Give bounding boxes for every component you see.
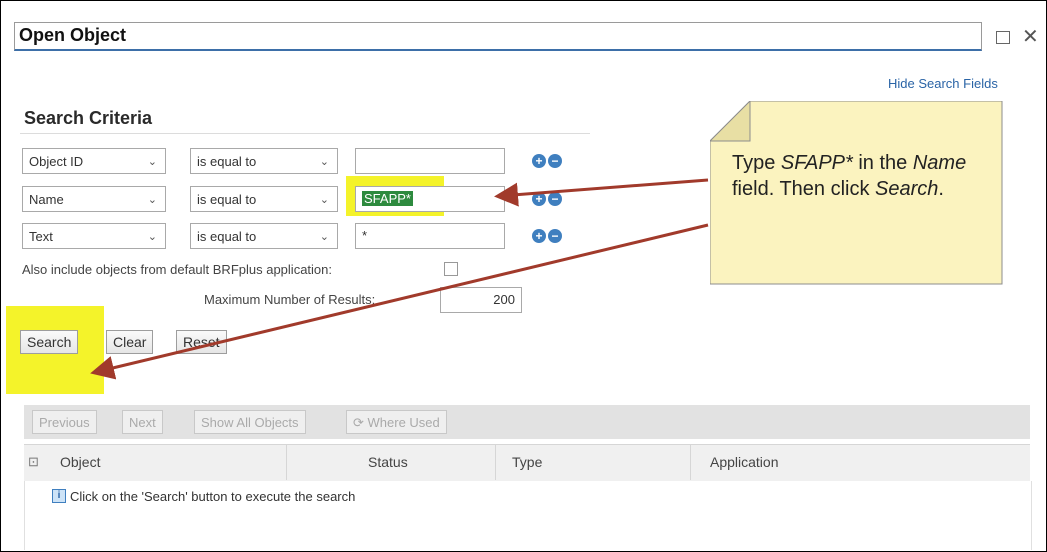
annotation-arrows: [90, 178, 709, 380]
arrow-to-name-field: [494, 178, 709, 207]
arrow-to-search-button: [90, 223, 709, 380]
